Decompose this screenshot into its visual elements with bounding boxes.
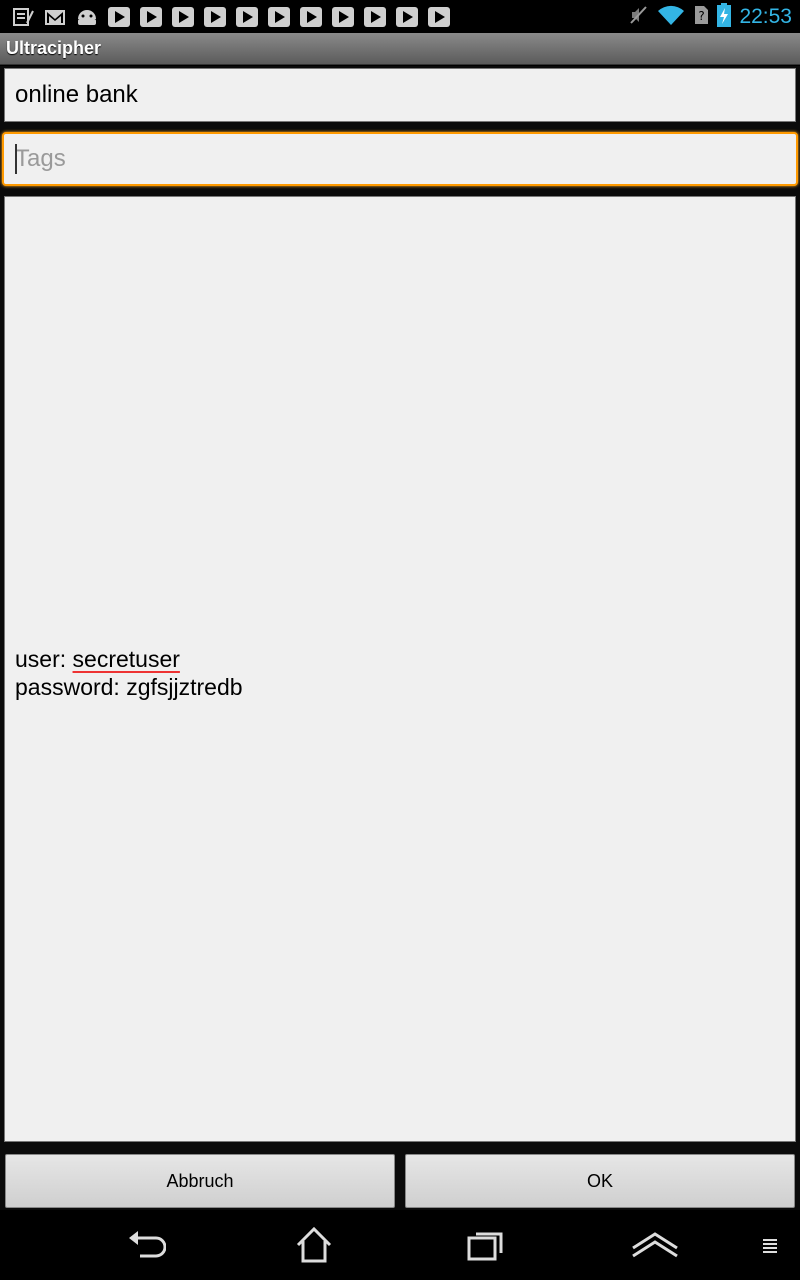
entry-name-input[interactable]: [5, 69, 795, 121]
play-store-icon: [204, 7, 226, 27]
play-store-icon: [140, 7, 162, 27]
entry-editor: user: secretuser password: zgfsjjztredb …: [0, 66, 800, 1210]
play-store-icon: [172, 7, 194, 27]
recent-apps-button[interactable]: [464, 1225, 508, 1265]
play-store-icon: [108, 7, 130, 27]
ok-button[interactable]: OK: [405, 1154, 795, 1208]
secret-text-area[interactable]: user: secretuser password: zgfsjjztredb: [4, 196, 796, 1142]
back-icon: [129, 1231, 166, 1258]
back-button[interactable]: [124, 1225, 168, 1265]
body-line1-value: secretuser: [72, 646, 180, 672]
text-cursor: [15, 144, 17, 174]
tags-field[interactable]: [2, 132, 798, 186]
entry-name-field[interactable]: [4, 68, 796, 122]
hide-keyboard-button[interactable]: [630, 1225, 680, 1265]
play-store-icon: [300, 7, 322, 27]
play-store-icon: [396, 7, 418, 27]
wifi-icon: [657, 4, 685, 30]
navigation-bar: [0, 1210, 800, 1280]
menu-button[interactable]: [756, 1225, 784, 1265]
clock: 22:53: [739, 4, 792, 28]
recent-apps-icon: [467, 1232, 503, 1261]
play-store-icon: [428, 7, 450, 27]
notification-icons: [12, 6, 450, 28]
battery-charging-icon: [717, 2, 732, 31]
mute-icon: [629, 4, 649, 30]
android-icon: [76, 7, 98, 27]
tags-input[interactable]: [4, 134, 796, 184]
play-store-icon: [332, 7, 354, 27]
notes-icon: [12, 7, 34, 27]
play-store-icon: [236, 7, 258, 27]
hide-keyboard-icon: [632, 1232, 678, 1258]
app-title: Ultracipher: [6, 38, 102, 58]
no-sim-icon: ?: [693, 4, 709, 30]
play-store-icon: [364, 7, 386, 27]
body-line2: password: zgfsjjztredb: [15, 674, 243, 700]
home-button[interactable]: [292, 1225, 336, 1265]
cancel-button[interactable]: Abbruch: [5, 1154, 395, 1208]
status-bar: ? 22:53: [0, 0, 800, 33]
secret-text: user: secretuser password: zgfsjjztredb: [15, 645, 243, 701]
home-icon: [296, 1226, 332, 1263]
play-store-icon: [268, 7, 290, 27]
system-icons: ? 22:53: [629, 0, 792, 33]
body-line1-prefix: user:: [15, 646, 73, 672]
svg-text:?: ?: [699, 9, 705, 23]
title-bar: Ultracipher: [0, 33, 800, 65]
menu-icon: [763, 1239, 777, 1253]
gmail-icon: [44, 7, 66, 27]
